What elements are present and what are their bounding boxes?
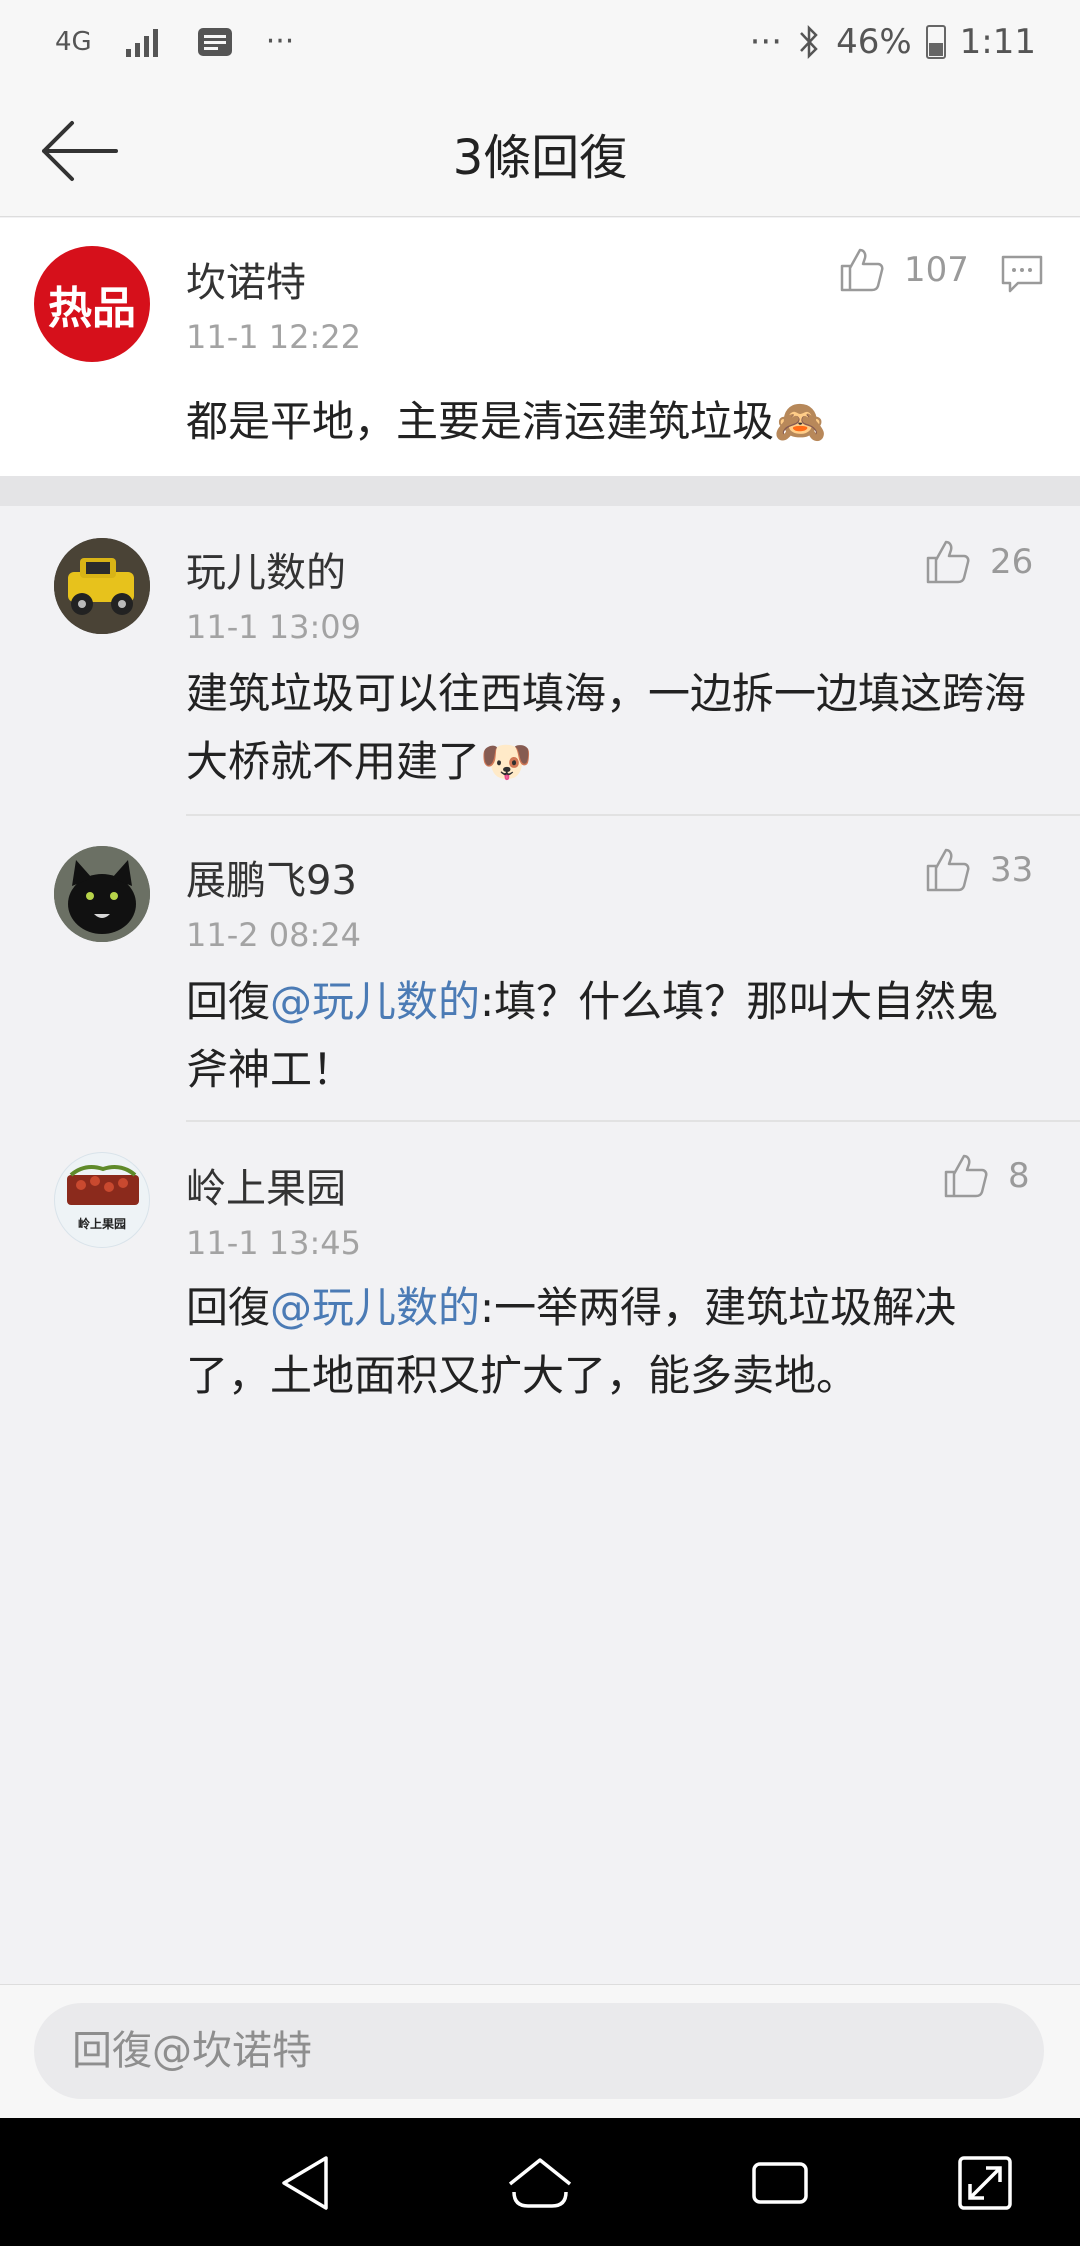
- reply-input[interactable]: 回復@坎诺特: [34, 2003, 1044, 2099]
- signal-icon: [125, 28, 158, 57]
- like-button[interactable]: 26: [924, 538, 1033, 586]
- comment-time: 11-1 12:22: [186, 318, 362, 356]
- divider: [186, 1120, 1080, 1122]
- comment-text: 都是平地，主要是清运建筑垃圾🙈: [186, 397, 827, 446]
- orchard-logo-avatar: [67, 1165, 139, 1205]
- thumbs-up-icon: [840, 248, 884, 292]
- bluetooth-icon: [800, 24, 818, 60]
- avatar[interactable]: [54, 538, 150, 634]
- like-button[interactable]: 33: [924, 846, 1033, 894]
- nav-recents-icon[interactable]: [740, 2148, 820, 2218]
- hot-badge-avatar[interactable]: 热品: [34, 246, 150, 362]
- status-overflow-right: ···: [749, 22, 783, 62]
- reply-text-line: 斧神工！: [186, 1045, 355, 1094]
- network-indicator: 4G: [55, 26, 92, 57]
- notification-message-icon: [197, 27, 232, 56]
- reply-text-line: 了，土地面积又扩大了，能多卖地。: [186, 1351, 859, 1400]
- reply-time: 11-1 13:45: [186, 1224, 362, 1262]
- like-count: 33: [990, 850, 1034, 890]
- reply-prefix: 回復: [186, 1283, 271, 1332]
- mention-link[interactable]: @玩儿数的: [270, 1283, 480, 1332]
- reply-author[interactable]: 展鹏飞93: [186, 848, 357, 906]
- section-divider: [0, 476, 1080, 506]
- reply-time: 11-2 08:24: [186, 916, 362, 954]
- reply-text-line: 建筑垃圾可以往西填海，一边拆一边填这跨海: [186, 669, 1027, 718]
- avatar[interactable]: [54, 846, 150, 942]
- avatar[interactable]: 岭上果园: [54, 1152, 150, 1248]
- nav-back-icon[interactable]: [270, 2148, 350, 2218]
- like-button[interactable]: 8: [942, 1152, 1030, 1200]
- thumbs-up-icon: [926, 848, 970, 892]
- reply-text: :一举两得，建筑垃圾解决: [480, 1283, 957, 1332]
- reply-prefix: 回復: [186, 977, 271, 1026]
- reply-comment-icon[interactable]: [1000, 254, 1044, 294]
- avatar-caption: 岭上果园: [77, 1217, 126, 1231]
- comment-author[interactable]: 坎诺特: [186, 250, 306, 308]
- thumbs-up-icon: [944, 1154, 988, 1198]
- system-nav-bar: [0, 2118, 1080, 2246]
- top-comment: 热品 坎诺特 11-1 12:22 107 都是平地，主要是清运建筑垃圾🙈: [0, 218, 1080, 476]
- clock: 1:11: [959, 22, 1036, 62]
- battery-icon: [925, 25, 946, 59]
- nav-expand-icon[interactable]: [946, 2148, 1026, 2218]
- like-button[interactable]: 107: [838, 246, 969, 294]
- like-count: 8: [1008, 1156, 1030, 1196]
- black-cat-avatar-image: [54, 846, 150, 942]
- mention-link[interactable]: @玩儿数的: [270, 977, 480, 1026]
- like-count: 107: [904, 250, 969, 290]
- battery-percent: 46%: [836, 22, 912, 62]
- reply-input-bar: 回復@坎诺特: [0, 1984, 1080, 2119]
- reply-text: :填？什么填？那叫大自然鬼: [480, 977, 999, 1026]
- reply-text-line: 回復@玩儿数的:填？什么填？那叫大自然鬼: [186, 968, 998, 1036]
- nav-home-icon[interactable]: [500, 2148, 580, 2218]
- reply-author[interactable]: 玩儿数的: [186, 540, 346, 598]
- reply-time: 11-1 13:09: [186, 608, 362, 646]
- status-bar: 4G ··· ··· 46% 1:11: [0, 0, 1080, 90]
- page-title: 3條回復: [452, 130, 628, 186]
- header-bar: 3條回復: [0, 90, 1080, 217]
- status-overflow-left: ···: [265, 24, 295, 59]
- thumbs-up-icon: [926, 540, 970, 584]
- divider: [186, 814, 1080, 816]
- like-count: 26: [990, 542, 1034, 582]
- reply-text-line: 回復@玩儿数的:一举两得，建筑垃圾解决: [186, 1274, 956, 1342]
- reply-author[interactable]: 岭上果园: [186, 1156, 346, 1214]
- reply-text-line: 大桥就不用建了🐶: [186, 737, 533, 786]
- car-avatar-image: [54, 538, 150, 634]
